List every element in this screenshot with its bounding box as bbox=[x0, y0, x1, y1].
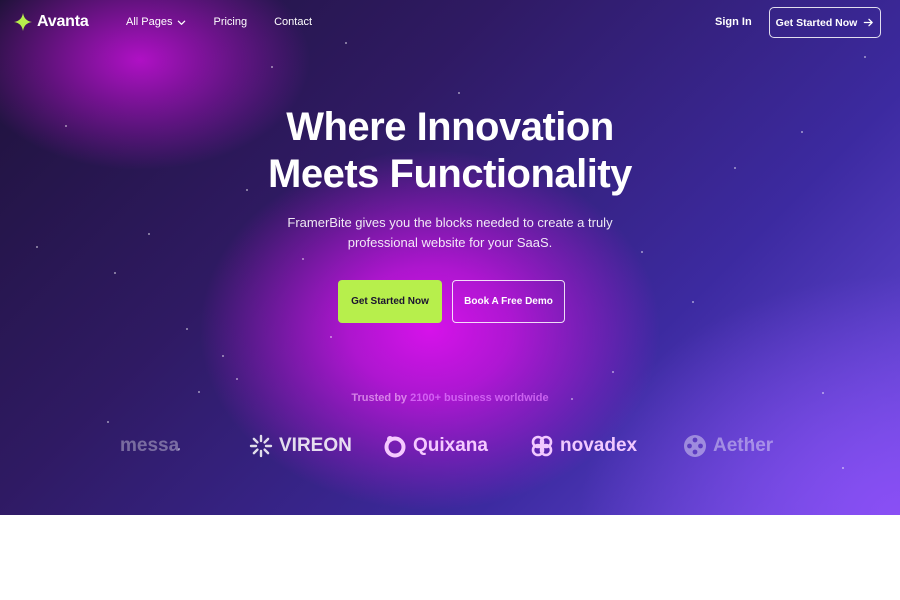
ring-icon bbox=[384, 436, 406, 458]
book-demo-button[interactable]: Book A Free Demo bbox=[452, 280, 565, 323]
trusted-highlight: 2100+ business worldwide bbox=[410, 392, 549, 404]
nav-cta-label: Get Started Now bbox=[775, 16, 858, 29]
hero-subtitle: FramerBite gives you the blocks needed t… bbox=[0, 213, 900, 253]
sunburst-icon bbox=[249, 434, 273, 458]
logo-text: Quixana bbox=[413, 435, 488, 456]
nav-links: All Pages Pricing Contact bbox=[126, 16, 312, 28]
top-nav: Avanta All Pages Pricing Contact Sign In… bbox=[0, 0, 900, 46]
hero-section: Avanta All Pages Pricing Contact Sign In… bbox=[0, 0, 900, 515]
nav-item-all-pages[interactable]: All Pages bbox=[126, 16, 186, 28]
logo-aether: Aether bbox=[683, 428, 773, 464]
logo-text: novadex bbox=[560, 435, 638, 456]
headline-line-1: Where Innovation bbox=[286, 105, 614, 149]
nav-item-label: Pricing bbox=[213, 16, 248, 28]
subtitle-line-1: FramerBite gives you the blocks needed t… bbox=[287, 215, 613, 230]
nav-item-pricing[interactable]: Pricing bbox=[213, 16, 247, 28]
sparkle-icon bbox=[14, 13, 32, 31]
orb-icon bbox=[684, 435, 706, 457]
chevron-down-icon bbox=[178, 20, 186, 25]
logo-novadex: novadex bbox=[530, 428, 637, 464]
brand-name: Avanta bbox=[37, 13, 89, 30]
logo-quixana: Quixana bbox=[383, 428, 488, 464]
nav-item-label: All Pages bbox=[126, 16, 173, 28]
logo-text: messa bbox=[120, 435, 180, 456]
brand-logo[interactable]: Avanta bbox=[14, 13, 89, 31]
subtitle-line-2: professional website for your SaaS. bbox=[347, 235, 553, 250]
knot-icon bbox=[531, 435, 553, 457]
arrow-right-icon bbox=[864, 18, 874, 27]
trusted-prefix: Trusted by bbox=[351, 392, 408, 404]
nav-item-label: Contact bbox=[274, 16, 313, 28]
page-content-below bbox=[0, 515, 900, 600]
get-started-button[interactable]: Get Started Now bbox=[338, 280, 442, 323]
nav-item-contact[interactable]: Contact bbox=[274, 16, 312, 28]
sign-in-link[interactable]: Sign In bbox=[715, 16, 752, 28]
hero-headline: Where Innovation Meets Functionality bbox=[0, 104, 900, 198]
partner-logos: messa VIREON Quixana novadex Aether bbox=[0, 428, 900, 464]
logo-text: Aether bbox=[713, 435, 774, 456]
logo-text: VIREON bbox=[279, 435, 352, 456]
nav-get-started-button[interactable]: Get Started Now bbox=[769, 7, 881, 38]
headline-line-2: Meets Functionality bbox=[268, 152, 632, 196]
trusted-by-text: Trusted by 2100+ business worldwide bbox=[0, 392, 900, 404]
logo-messa: messa bbox=[120, 428, 179, 464]
logo-vireon: VIREON bbox=[249, 428, 352, 464]
